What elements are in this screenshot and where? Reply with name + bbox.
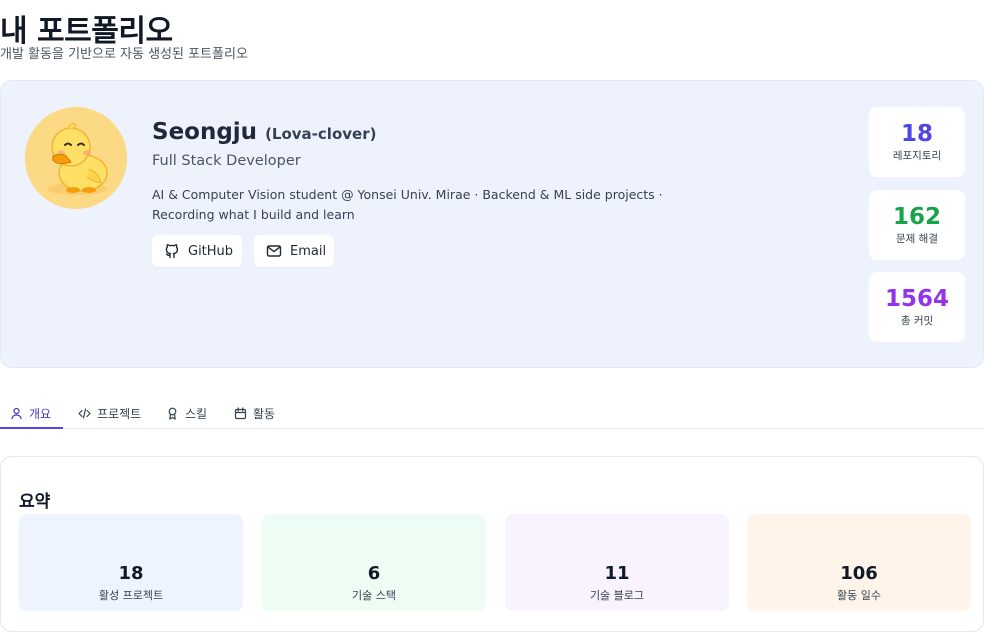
stat-label: 문제 해결 xyxy=(896,233,938,245)
github-button[interactable]: GitHub xyxy=(152,235,242,267)
stat-value: 1564 xyxy=(884,286,949,312)
profile-bio: AI & Computer Vision student @ Yonsei Un… xyxy=(152,185,672,225)
stat-value: 18 xyxy=(900,121,933,147)
tab-label: 스킬 xyxy=(185,406,208,421)
tab-label: 활동 xyxy=(253,406,276,421)
stat-problems-solved: 162 문제 해결 xyxy=(869,190,965,260)
profile-card: Seongju (Lova-clover) Full Stack Develop… xyxy=(0,80,984,368)
email-button[interactable]: Email xyxy=(254,235,334,267)
email-label: Email xyxy=(290,243,327,259)
profile-name: Seongju xyxy=(152,119,258,145)
avatar xyxy=(25,107,127,209)
name-row: Seongju (Lova-clover) xyxy=(152,119,376,145)
tab-projects[interactable]: 프로젝트 xyxy=(78,398,141,428)
tab-activity[interactable]: 활동 xyxy=(234,398,275,428)
github-icon xyxy=(164,243,180,259)
award-icon xyxy=(166,407,179,420)
user-icon xyxy=(10,407,23,420)
summary-activity-days: 106 활동 일수 xyxy=(747,514,971,611)
calendar-icon xyxy=(234,406,247,420)
profile-role: Full Stack Developer xyxy=(152,153,301,169)
github-label: GitHub xyxy=(188,243,234,259)
mail-icon xyxy=(266,243,282,259)
duck-avatar-icon xyxy=(25,107,127,209)
tab-bar: 개요 프로젝트 스킬 활동 xyxy=(0,398,984,429)
tab-overview[interactable]: 개요 xyxy=(0,398,63,429)
tab-label: 프로젝트 xyxy=(97,406,142,421)
summary-tech-stack: 6 기술 스택 xyxy=(262,514,486,611)
stat-label: 총 커밋 xyxy=(900,315,934,327)
summary-label: 기술 스택 xyxy=(352,589,396,602)
stat-total-commits: 1564 총 커밋 xyxy=(869,272,965,342)
summary-tech-blog: 11 기술 블로그 xyxy=(505,514,729,611)
portfolio-page: 내 포트폴리오 개발 활동을 기반으로 자동 생성된 포트폴리오 Seongju xyxy=(0,0,984,632)
summary-label: 기술 블로그 xyxy=(589,589,645,602)
summary-label: 활성 프로젝트 xyxy=(98,589,164,602)
summary-value: 18 xyxy=(118,563,144,584)
stat-repositories: 18 레포지토리 xyxy=(869,107,965,177)
profile-bio-line: AI & Computer Vision student @ Yonsei Un… xyxy=(152,187,663,202)
stat-label: 레포지토리 xyxy=(892,150,942,162)
summary-value: 106 xyxy=(840,563,878,584)
summary-active-projects: 18 활성 프로젝트 xyxy=(19,514,243,611)
page-subtitle: 개발 활동을 기반으로 자동 생성된 포트폴리오 xyxy=(0,47,248,62)
summary-label: 활동 일수 xyxy=(837,589,881,602)
summary-title: 요약 xyxy=(19,492,51,512)
tab-skills[interactable]: 스킬 xyxy=(166,398,207,428)
summary-value: 6 xyxy=(367,563,381,584)
summary-card: 요약 18 활성 프로젝트 6 기술 스택 11 기술 블로그 106 활동 일… xyxy=(0,456,984,632)
summary-value: 11 xyxy=(604,563,630,584)
code-icon xyxy=(78,407,91,420)
profile-handle: (Lova-clover) xyxy=(265,125,377,143)
tab-label: 개요 xyxy=(29,406,52,421)
profile-bio-line: Recording what I build and learn xyxy=(152,207,355,222)
stat-value: 162 xyxy=(892,204,941,230)
